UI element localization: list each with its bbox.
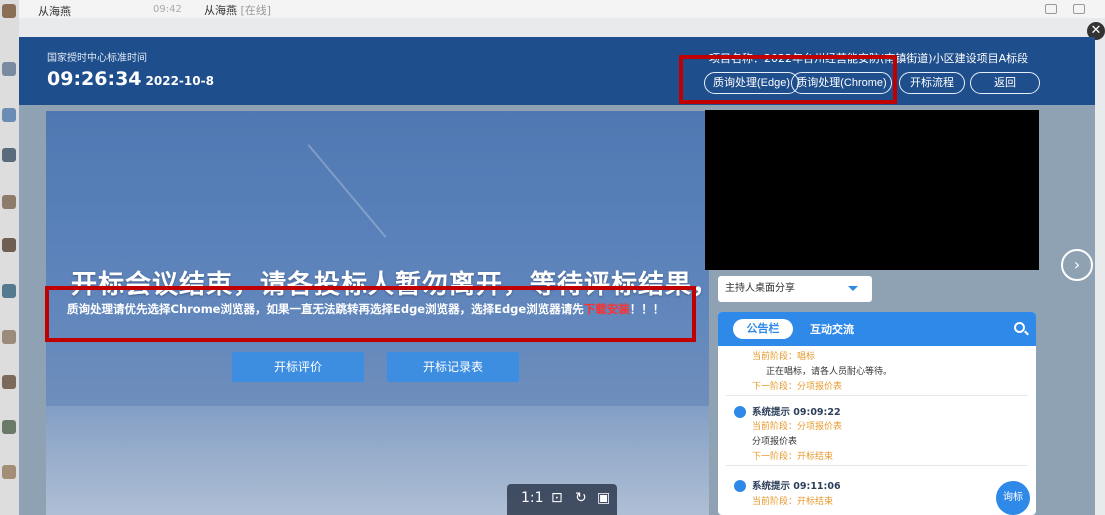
bid-record-button[interactable]: 开标记录表 (387, 352, 519, 382)
avatar[interactable] (2, 465, 16, 479)
chat-title-name: 从海燕 (204, 4, 237, 17)
chevron-right-icon[interactable]: › (1061, 249, 1093, 281)
decor-line (307, 144, 387, 238)
clock-date: 2022-10-8 (145, 74, 214, 88)
inquiry-bid-button[interactable]: 询标 (996, 481, 1030, 515)
avatar[interactable] (2, 108, 16, 122)
highlight-notice-box (45, 286, 696, 342)
chat-time: 09:42 (153, 4, 182, 15)
feed-next-stage: 下一阶段：分项报价表 (752, 382, 843, 392)
feed-stage: 当前阶段：唱标 (752, 352, 816, 362)
back-button[interactable]: 返回 (970, 72, 1040, 94)
save-icon[interactable]: ▣ (597, 490, 610, 506)
image-toolbar: 1:1 ⊡ ↻ ▣ (507, 484, 617, 515)
window-minimize-icon[interactable] (1045, 4, 1057, 14)
feed-stage: 当前阶段：开标结束 (752, 497, 834, 507)
divider (726, 395, 1028, 396)
tab-notice[interactable]: 公告栏 (733, 319, 793, 339)
user-icon (734, 406, 746, 418)
share-select-value: 主持人桌面分享 (725, 283, 795, 294)
actual-size-button[interactable]: 1:1 (521, 490, 544, 506)
time-label: 国家授时中心标准时间 (47, 53, 147, 64)
avatar[interactable] (2, 420, 16, 434)
avatar[interactable] (2, 375, 16, 389)
system-notice-title: 系统提示 09:09:22 (752, 407, 841, 418)
avatar[interactable] (2, 148, 16, 162)
feed-message: 正在唱标，请各人员耐心等待。 (766, 367, 893, 377)
header-bar: 国家授时中心标准时间 09:26:34 2022-10-8 项目名称：2022年台… (19, 37, 1095, 105)
chat-title: 从海燕 [在线] (204, 2, 271, 18)
avatar[interactable] (2, 195, 16, 209)
message-feed: 当前阶段：唱标 正在唱标，请各人员耐心等待。 下一阶段：分项报价表 系统提示 0… (718, 346, 1036, 515)
bid-opening-stage: 国家授时中心标准时间 09:26:34 2022-10-8 项目名称：2022年台… (19, 37, 1095, 515)
rotate-icon[interactable]: ↻ (575, 490, 587, 506)
board-tabs: 公告栏 互动交流 (718, 312, 1036, 346)
host-video-panel (705, 110, 1039, 270)
screen-share-select[interactable]: 主持人桌面分享 (718, 276, 872, 302)
chat-title-status: [在线] (240, 4, 272, 17)
clock-time: 09:26:34 (47, 68, 142, 90)
avatar[interactable] (2, 238, 16, 252)
chevron-down-icon (848, 286, 858, 291)
feed-stage: 当前阶段：分项报价表 (752, 422, 843, 432)
bid-flow-button[interactable]: 开标流程 (899, 72, 965, 94)
system-notice-title: 系统提示 09:11:06 (752, 481, 841, 492)
feed-message: 分项报价表 (752, 437, 798, 447)
chat-contact-name[interactable]: 从海燕 (38, 3, 71, 19)
standard-clock: 09:26:34 2022-10-8 (47, 68, 214, 90)
contact-avatar-column (0, 0, 19, 515)
tab-interaction[interactable]: 互动交流 (810, 321, 854, 337)
chat-title-bar: 从海燕 09:42 从海燕 [在线] (0, 0, 1105, 18)
bulletin-board: 公告栏 互动交流 当前阶段：唱标 正在唱标，请各人员耐心等待。 下一阶段：分项报… (718, 312, 1036, 515)
avatar[interactable] (2, 330, 16, 344)
user-icon (734, 480, 746, 492)
fit-screen-icon[interactable]: ⊡ (551, 490, 563, 506)
avatar[interactable] (2, 4, 16, 18)
window-maximize-icon[interactable] (1073, 4, 1085, 14)
bid-evaluation-button[interactable]: 开标评价 (232, 352, 364, 382)
divider (726, 465, 1028, 466)
highlight-inquiry-buttons-box (679, 55, 897, 104)
avatar[interactable] (2, 62, 16, 76)
avatar[interactable] (2, 284, 16, 298)
search-icon[interactable] (1014, 322, 1025, 333)
feed-next-stage: 下一阶段：开标结束 (752, 452, 834, 462)
